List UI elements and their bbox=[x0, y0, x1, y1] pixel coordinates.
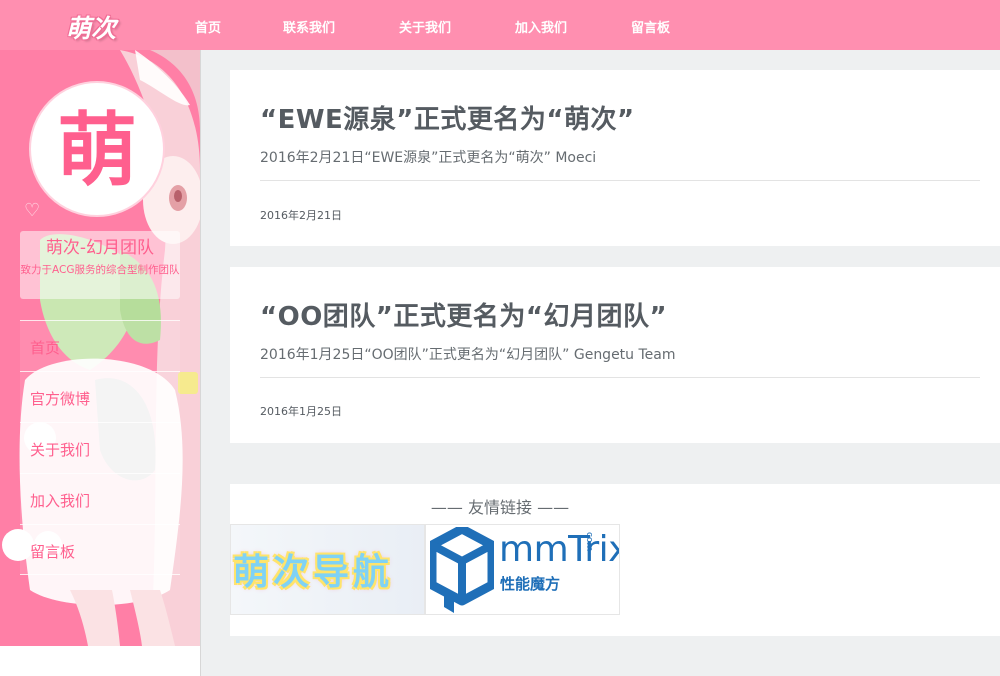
post-excerpt: 2016年1月25日“OO团队”正式更名为“幻月团队” Gengetu Team bbox=[260, 347, 676, 363]
sidebar-item-label: 留言板 bbox=[30, 543, 76, 561]
nav-link-home[interactable]: 首页 bbox=[195, 17, 221, 36]
sidebar-item-home[interactable]: 首页 bbox=[20, 320, 180, 371]
heart-icon: ♡ bbox=[24, 200, 41, 221]
friend-links-section: —— 友情链接 —— 萌次导航 mmTrix com 性能魔方 bbox=[230, 484, 1000, 636]
site-name: 萌次-幻月团队 bbox=[45, 238, 155, 258]
sidebar-item-label: 首页 bbox=[30, 339, 61, 357]
mmtrix-badge: com bbox=[584, 532, 594, 552]
friend-links-title: —— 友情链接 —— bbox=[430, 498, 570, 517]
post-divider bbox=[260, 180, 980, 181]
top-navbar: 萌次 首页 联系我们 关于我们 加入我们 留言板 bbox=[0, 0, 1000, 50]
post-title[interactable]: “OO团队”正式更名为“幻月团队” bbox=[260, 296, 667, 333]
sidebar-item-label: 加入我们 bbox=[30, 492, 91, 510]
friend-link-label: mmTrix bbox=[499, 529, 620, 570]
sidebar-item-join[interactable]: 加入我们 bbox=[20, 473, 180, 524]
post-card: “OO团队”正式更名为“幻月团队” 2016年1月25日“OO团队”正式更名为“… bbox=[230, 267, 1000, 443]
post-date: 2016年1月25日 bbox=[260, 405, 342, 418]
site-description: 致力于ACG服务的综合型制作团队 bbox=[20, 264, 180, 276]
post-date: 2016年2月21日 bbox=[260, 209, 342, 222]
post-card: “EWE源泉”正式更名为“萌次” 2016年2月21日“EWE源泉”正式更名为“… bbox=[230, 70, 1000, 246]
friend-link-mmtrix[interactable]: mmTrix com 性能魔方 bbox=[425, 524, 620, 615]
post-excerpt: 2016年2月21日“EWE源泉”正式更名为“萌次” Moeci bbox=[260, 150, 597, 166]
svg-text:萌: 萌 bbox=[57, 104, 137, 197]
nav-link-about[interactable]: 关于我们 bbox=[399, 17, 451, 36]
sidebar-item-label: 官方微博 bbox=[30, 390, 91, 408]
sidebar-item-about[interactable]: 关于我们 bbox=[20, 422, 180, 473]
sidebar-item-weibo[interactable]: 官方微博 bbox=[20, 371, 180, 422]
sidebar-item-guestbook[interactable]: 留言板 bbox=[20, 524, 180, 575]
nav-link-contact[interactable]: 联系我们 bbox=[283, 17, 335, 36]
friend-link-label: 萌次导航 bbox=[233, 552, 394, 593]
friend-link-sublabel: 性能魔方 bbox=[500, 575, 561, 593]
site-logo[interactable]: 萌次 bbox=[66, 9, 116, 45]
sidebar: 萌 ♡ 萌次-幻月团队 致力于ACG服务的综合型制作团队 首页 官方微博 关于我… bbox=[0, 50, 201, 676]
post-divider bbox=[260, 377, 980, 378]
avatar[interactable]: 萌 bbox=[28, 80, 166, 218]
nav-link-guestbook[interactable]: 留言板 bbox=[631, 17, 670, 36]
mmtrix-cube-logo-icon bbox=[430, 527, 494, 613]
sidebar-item-label: 关于我们 bbox=[30, 441, 91, 459]
post-title[interactable]: “EWE源泉”正式更名为“萌次” bbox=[260, 99, 635, 136]
nav-link-join[interactable]: 加入我们 bbox=[515, 17, 567, 36]
friend-link-moeci-nav[interactable]: 萌次导航 bbox=[230, 524, 425, 615]
